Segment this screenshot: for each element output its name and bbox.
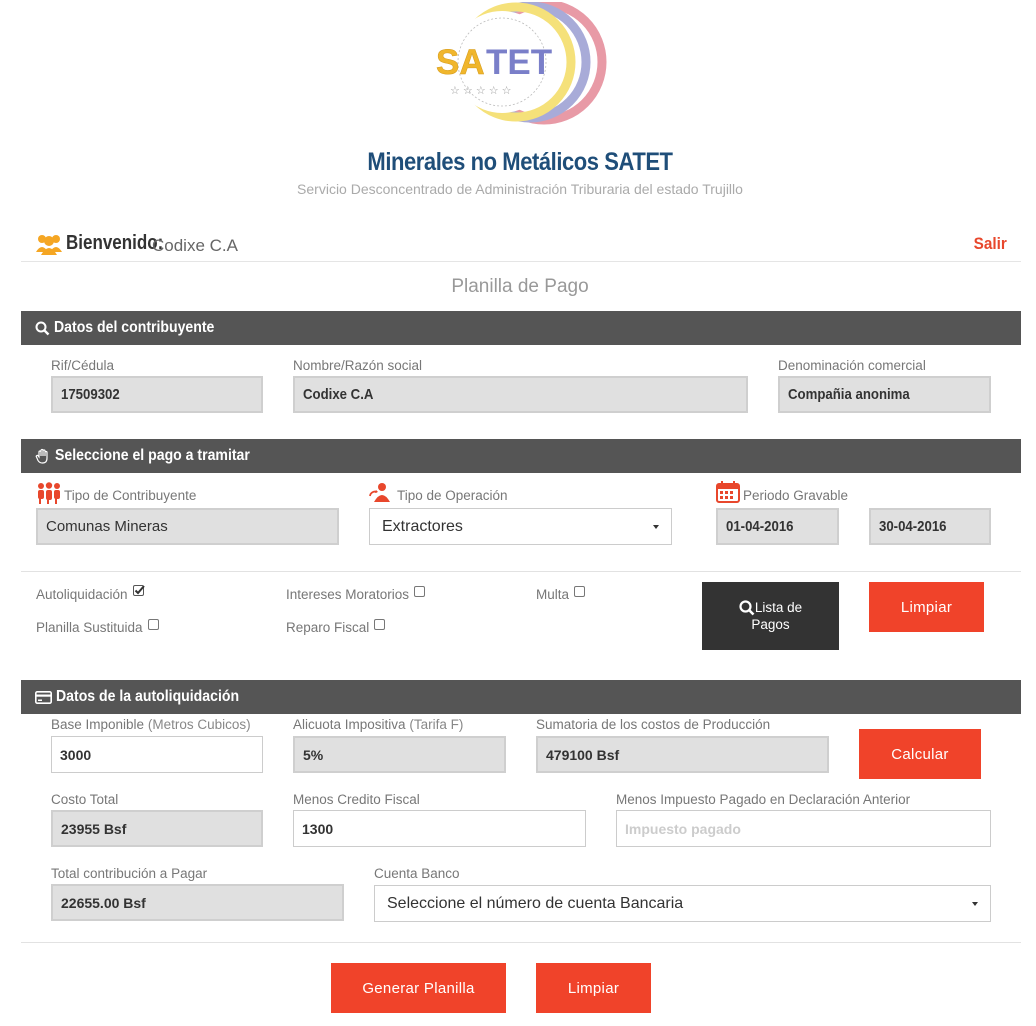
denominacion-field: Compañia anonima [778,376,991,413]
intereses-label: Intereses Moratorios [286,587,410,602]
section-title: Datos del contribuyente [54,319,215,336]
autoliquidacion-checkbox[interactable] [132,585,146,598]
periodo-desde-field[interactable]: 01-04-2016 [716,508,839,545]
costo-total-field: 23955 Bsf [51,810,263,847]
tipo-contribuyente-label: Tipo de Contribuyente [64,488,197,503]
calendar-icon [716,481,740,508]
total-contribucion-field: 22655.00 Bsf [51,884,344,921]
impuesto-anterior-input[interactable] [625,820,982,837]
lista-pagos-label-2: Pagos [751,617,790,632]
cuenta-banco-label: Cuenta Banco [374,866,460,881]
tipo-operacion-select[interactable]: Extractores [369,508,672,545]
sumatoria-label: Sumatoria de los costos de Producción [536,717,771,732]
sustituida-label: Planilla Sustituida [36,620,143,635]
operation-type-icon [369,482,393,509]
section-title: Datos de la autoliquidación [56,688,240,705]
credito-fiscal-input[interactable]: 1300 [293,810,586,847]
credito-fiscal-label: Menos Credito Fiscal [293,792,420,807]
base-imponible-label: Base Imponible (Metros Cubicos) [51,717,251,732]
app-subtitle: Servicio Desconcentrado de Administració… [297,181,743,197]
tipo-operacion-value: Extractores [382,517,463,535]
limpiar-filtros-button[interactable]: Limpiar [869,582,984,632]
app-title: Minerales no Metálicos SATET [367,148,673,176]
divider [21,571,1021,572]
costo-total-label: Costo Total [51,792,119,807]
autoliquidacion-option[interactable]: Autoliquidación [36,585,146,602]
welcome-bar: Bienvenido: Codixe C.A Salir [21,228,1021,262]
chevron-down-icon [653,524,659,529]
welcome-user-name: Codixe C.A [152,236,238,255]
limpiar-button[interactable]: Limpiar [536,963,651,1013]
generar-planilla-button[interactable]: Generar Planilla [331,963,506,1013]
cuenta-banco-select[interactable]: Seleccione el número de cuenta Bancaria [374,885,991,922]
periodo-label: Periodo Gravable [743,488,849,503]
section-title: Seleccione el pago a tramitar [55,447,250,464]
rif-label: Rif/Cédula [51,358,115,373]
multa-label: Multa [536,587,570,602]
sumatoria-field: 479100 Bsf [536,736,829,773]
denominacion-label: Denominación comercial [778,358,926,373]
alicuota-label: Alicuota Impositiva (Tarifa F) [293,717,464,732]
rif-field: 17509302 [51,376,263,413]
nombre-label: Nombre/Razón social [293,358,423,373]
multa-checkbox[interactable] [574,586,586,597]
periodo-hasta-field[interactable]: 30-04-2016 [869,508,991,545]
cuenta-banco-value: Seleccione el número de cuenta Bancaria [387,894,684,912]
lista-pagos-button[interactable]: Lista de Pagos [702,582,839,650]
search-icon [35,321,50,335]
lista-pagos-label-1: Lista de [754,600,803,615]
section-seleccione-pago: Seleccione el pago a tramitar [21,439,1021,473]
tipo-operacion-label: Tipo de Operación [397,488,508,503]
search-icon [739,599,755,615]
hand-icon [35,448,48,464]
page-title: Planilla de Pago [451,276,589,297]
reparo-option[interactable]: Reparo Fiscal [286,619,386,635]
credit-card-icon [35,690,52,704]
autoliquidacion-label: Autoliquidación [36,587,128,602]
reparo-checkbox[interactable] [374,619,386,630]
users-icon [35,232,63,256]
multa-option[interactable]: Multa [536,586,586,602]
nombre-field: Codixe C.A [293,376,748,413]
impuesto-anterior-label: Menos Impuesto Pagado en Declaración Ant… [616,792,911,807]
contribuyente-type-icon [36,482,62,509]
welcome-label: Bienvenido: [66,232,164,254]
base-imponible-input[interactable]: 3000 [51,736,263,773]
intereses-option[interactable]: Intereses Moratorios [286,586,426,602]
total-contribucion-label: Total contribución a Pagar [51,866,208,881]
reparo-label: Reparo Fiscal [286,620,370,635]
tipo-contribuyente-field: Comunas Mineras [36,508,339,545]
impuesto-anterior-field[interactable] [616,810,991,847]
satet-logo: SA TET ☆ ☆ ☆ ☆ ☆ [428,0,612,130]
logout-link[interactable]: Salir [974,234,1007,254]
svg-text:☆ ☆ ☆ ☆ ☆: ☆ ☆ ☆ ☆ ☆ [450,85,512,97]
chevron-down-icon [972,901,978,906]
divider [21,942,1021,943]
calcular-button[interactable]: Calcular [859,729,981,779]
svg-text:TET: TET [486,43,552,82]
sustituida-checkbox[interactable] [147,619,159,630]
svg-text:SA: SA [436,43,485,82]
sustituida-option[interactable]: Planilla Sustituida [36,619,159,635]
alicuota-field: 5% [293,736,506,773]
section-datos-autoliquidacion: Datos de la autoliquidación [21,680,1021,714]
intereses-checkbox[interactable] [414,586,426,597]
section-datos-contribuyente: Datos del contribuyente [21,311,1021,345]
